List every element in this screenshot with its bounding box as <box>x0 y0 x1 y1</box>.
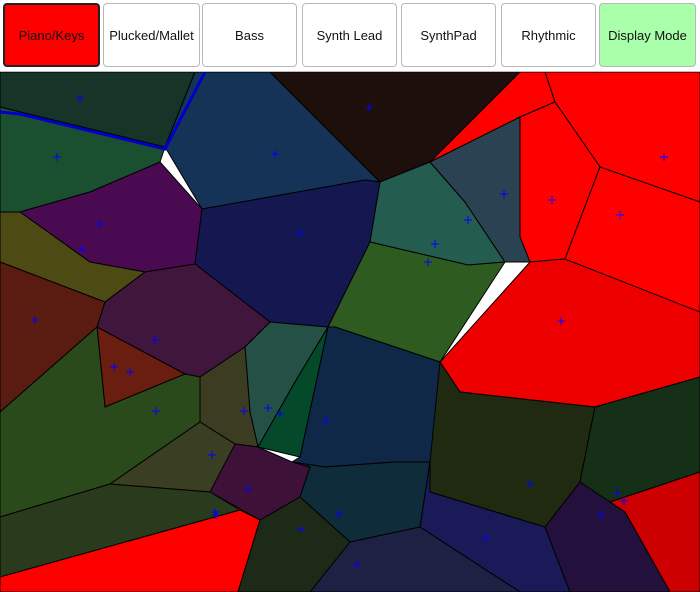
category-button-display-mode[interactable]: Display Mode <box>599 3 696 67</box>
category-button-plucked-mallet[interactable]: Plucked/Mallet <box>103 3 200 67</box>
voronoi-instrument-map[interactable] <box>0 72 700 592</box>
category-toolbar: Piano/Keys Plucked/Mallet Bass Synth Lead Sy… <box>0 0 700 72</box>
category-button-rhythmic[interactable]: Rhythmic <box>501 3 596 67</box>
category-button-piano-keys[interactable]: Piano/Keys <box>3 3 100 67</box>
category-button-synth-lead[interactable]: Synth Lead <box>302 3 397 67</box>
category-button-bass[interactable]: Bass <box>202 3 297 67</box>
category-button-synthpad[interactable]: SynthPad <box>401 3 496 67</box>
